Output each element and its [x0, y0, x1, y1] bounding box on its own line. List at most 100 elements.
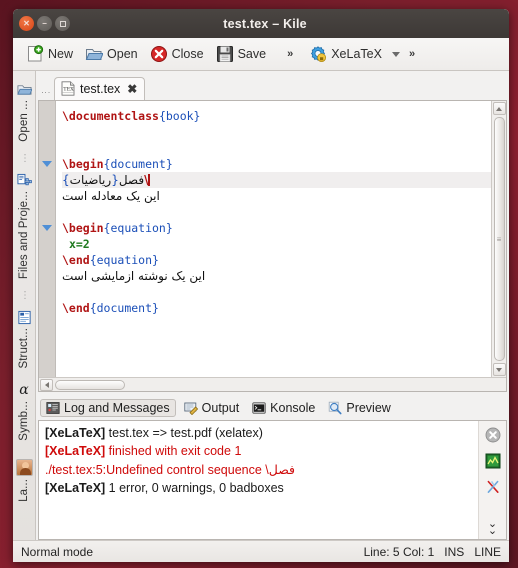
- new-button[interactable]: New: [21, 43, 78, 65]
- code-equation-value: x=2: [68, 237, 90, 251]
- open-button[interactable]: Open: [80, 43, 143, 65]
- minimize-button[interactable]: −: [37, 16, 52, 31]
- build-tool-button[interactable]: XeLaTeX: [304, 43, 387, 65]
- tab-close-icon[interactable]: ✖: [127, 82, 137, 96]
- latex-avatar-icon: [15, 459, 33, 477]
- build-tool-label: XeLaTeX: [331, 47, 382, 61]
- editor-fold-gutter[interactable]: [39, 101, 56, 377]
- kile-pen-icon[interactable]: [485, 479, 501, 495]
- close-panel-icon[interactable]: [485, 427, 501, 443]
- code-line-4: \begin{document}: [62, 157, 173, 171]
- open-folder-icon: [85, 49, 104, 60]
- vertical-scroll-thumb[interactable]: ≡: [493, 117, 505, 361]
- rtl-text-line-6: این یک معادله است: [62, 189, 160, 203]
- editor-main: \documentclass{book} \begin{document} \ف…: [39, 101, 506, 377]
- log-side-toolbar: ⌄ ⌄: [478, 421, 506, 539]
- code-line-10: \end{equation}: [62, 253, 159, 267]
- sidebar-item-latex[interactable]: La...: [15, 450, 33, 508]
- scroll-up-button[interactable]: [492, 102, 506, 115]
- fold-marker-document[interactable]: [42, 161, 52, 167]
- maximize-button[interactable]: [55, 16, 70, 31]
- files-projects-icon: [16, 173, 32, 185]
- close-doc-button-label: Close: [171, 47, 204, 61]
- tabbar-grip: ⋮: [41, 88, 51, 94]
- log-lines: [XeLaTeX] test.tex => test.pdf (xelatex)…: [39, 421, 478, 539]
- chevron-double-down-icon[interactable]: ⌄ ⌄: [488, 519, 497, 537]
- log-text-2: finished with exit code 1: [105, 444, 242, 458]
- close-error-icon: [150, 46, 167, 62]
- code-line-9: x=2: [62, 236, 491, 252]
- tab-test-tex[interactable]: TEX test.tex ✖: [54, 77, 146, 100]
- tab-output-label: Output: [201, 400, 240, 415]
- log-line-3[interactable]: ./test.tex:5:Undefined control sequence …: [45, 462, 472, 477]
- close-button[interactable]: ✕: [19, 16, 34, 31]
- save-button[interactable]: Save: [211, 43, 272, 65]
- new-document-icon: [28, 45, 44, 62]
- sidebar-grip-2: ⋯: [19, 289, 30, 298]
- log-line-1: [XeLaTeX] test.tex => test.pdf (xelatex): [45, 426, 472, 440]
- fold-marker-equation[interactable]: [42, 225, 52, 231]
- toolbar-extend-button[interactable]: »: [405, 48, 418, 60]
- svg-text:TEX: TEX: [63, 86, 74, 92]
- code-line-13: \end{document}: [62, 301, 159, 315]
- tab-log-and-messages[interactable]: Log and Messages: [40, 398, 176, 417]
- tab-preview-label: Preview: [346, 400, 391, 415]
- sidebar-item-symbols[interactable]: Symb... α: [18, 377, 30, 447]
- window-body: Open ... ⋯ Files and Proje... ⋯ Struct..…: [13, 71, 509, 540]
- log-tag-1: [XeLaTeX]: [45, 426, 106, 440]
- chevron-down-icon[interactable]: [391, 51, 400, 57]
- log-text-4: 1 error, 0 warnings, 0 badboxes: [105, 481, 284, 495]
- code-line-1: \documentclass{book}: [62, 109, 201, 123]
- content-area: ⋮ TEX test.tex ✖ \documentclass{book} \b…: [36, 71, 509, 540]
- sidebar-item-open[interactable]: Open ...: [16, 77, 32, 148]
- floppy-save-icon: [216, 46, 233, 62]
- log-tag-2: [XeLaTeX]: [45, 444, 106, 458]
- left-sidebar: Open ... ⋯ Files and Proje... ⋯ Struct..…: [13, 71, 36, 540]
- toolbar-overflow-button[interactable]: »: [283, 48, 296, 60]
- editor-vertical-scrollbar[interactable]: ≡: [491, 101, 506, 377]
- log-text-3: ./test.tex:5:Undefined control sequence …: [45, 463, 296, 477]
- tab-output[interactable]: Output: [179, 399, 245, 417]
- horizontal-scroll-thumb[interactable]: [55, 379, 125, 390]
- scroll-down-button[interactable]: [492, 363, 506, 376]
- sidebar-item-symbols-label: Symb...: [18, 401, 30, 442]
- code-editor[interactable]: \documentclass{book} \begin{document} \ف…: [56, 101, 491, 377]
- tex-file-icon: TEX: [61, 81, 75, 96]
- status-bar: Normal mode Line: 5 Col: 1 INS LINE: [13, 540, 509, 562]
- structure-icon: [17, 310, 31, 324]
- editor-horizontal-scrollbar[interactable]: [39, 377, 506, 391]
- code-line-6: این یک معادله است: [62, 188, 491, 204]
- rtl-text-line-11: این یک نوشته ازمایشی است: [62, 269, 206, 283]
- preview-magnifier-icon: [329, 401, 342, 414]
- window-title: test.tex – Kile: [223, 16, 307, 31]
- editor-tab-bar: ⋮ TEX test.tex ✖: [38, 73, 507, 100]
- log-output-box[interactable]: [XeLaTeX] test.tex => test.pdf (xelatex)…: [38, 420, 507, 540]
- sidebar-item-latex-label: La...: [18, 479, 30, 502]
- sidebar-item-files-and-projects[interactable]: Files and Proje...: [16, 168, 32, 285]
- main-toolbar: New Open Close Save » XeLaTeX »: [13, 38, 509, 71]
- close-doc-button[interactable]: Close: [145, 43, 209, 65]
- editor-frame: \documentclass{book} \begin{document} \ف…: [38, 100, 507, 392]
- log-line-4: [XeLaTeX] 1 error, 0 warnings, 0 badboxe…: [45, 481, 472, 495]
- status-mode: Normal mode: [21, 544, 94, 559]
- tab-preview[interactable]: Preview: [323, 399, 395, 417]
- tab-konsole[interactable]: Konsole: [247, 399, 320, 417]
- log-tag-4: [XeLaTeX]: [45, 481, 106, 495]
- green-chart-icon[interactable]: [485, 453, 501, 469]
- open-button-label: Open: [107, 47, 138, 61]
- scroll-left-button[interactable]: [40, 378, 53, 391]
- sidebar-grip-1: ⋯: [19, 152, 30, 161]
- status-selection-mode[interactable]: LINE: [474, 545, 501, 559]
- status-insert-mode[interactable]: INS: [444, 545, 464, 559]
- tab-log-label: Log and Messages: [64, 400, 170, 415]
- bottom-panel-tabs: Log and Messages Output Konsole Preview: [38, 395, 507, 420]
- log-text-1: test.tex => test.pdf (xelatex): [105, 426, 263, 440]
- tab-konsole-label: Konsole: [270, 400, 316, 415]
- save-button-label: Save: [237, 47, 267, 61]
- sidebar-item-structure[interactable]: Struct...: [17, 305, 32, 375]
- status-right-group: Line: 5 Col: 1 INS LINE: [364, 545, 501, 559]
- status-line-col: Line: 5 Col: 1: [363, 544, 435, 559]
